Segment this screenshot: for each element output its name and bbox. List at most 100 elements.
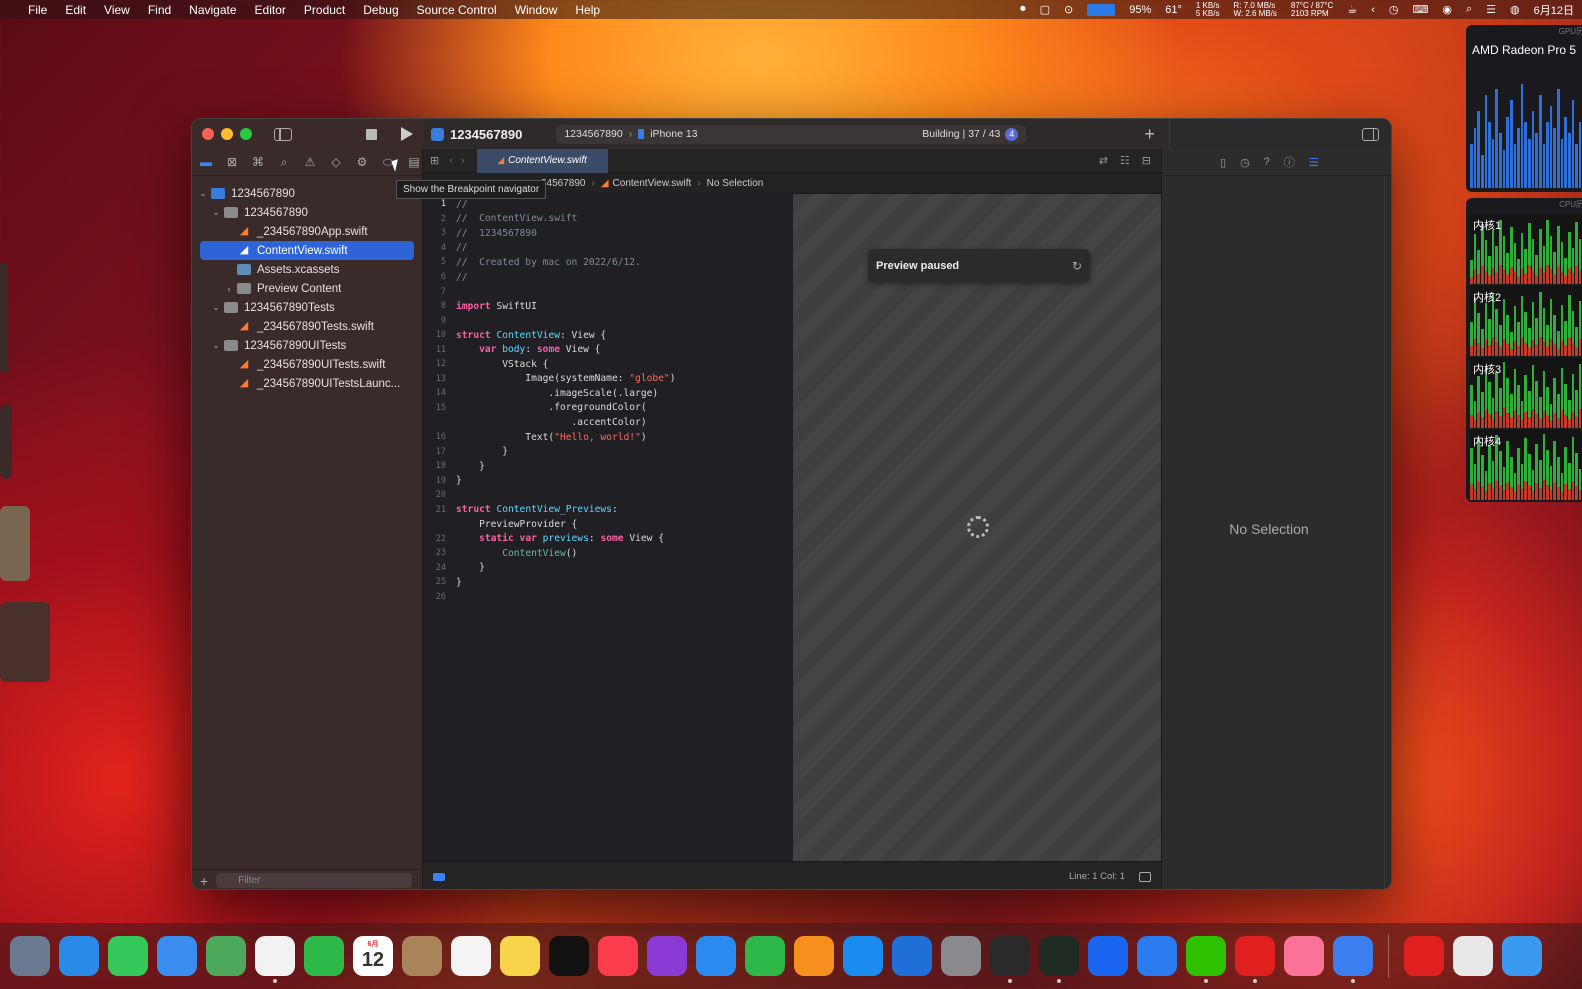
code-line[interactable]: 24 } [423,561,793,576]
test-icon[interactable]: ◇ [329,155,343,169]
tree-item[interactable]: ◢ _234567890App.swift [192,222,422,241]
code-line[interactable]: 1 // [423,197,793,212]
zoom-window-button[interactable] [240,128,252,140]
jumpbar-symbol[interactable]: No Selection [707,178,764,189]
gpu-history-widget[interactable]: GPU历史 AMD Radeon Pro 5 [1466,25,1582,192]
feishu-icon[interactable] [1137,936,1177,976]
help-icon[interactable]: ? [1264,156,1270,168]
cpu-history-widget[interactable]: CPU历史 内核1 内核2 内核3 内核4 [1466,198,1582,502]
code-line[interactable]: 20 [423,488,793,503]
facetime-icon[interactable] [304,936,344,976]
user-icon[interactable]: ◉ [1442,3,1452,16]
lark-icon[interactable] [1088,936,1128,976]
window-icon[interactable]: ▢ [1040,3,1050,16]
search-icon[interactable]: ⌕ [1466,3,1472,16]
chevron-down-icon[interactable]: ⌄ [198,188,208,199]
battery-icon[interactable] [1087,3,1116,16]
refresh-icon[interactable]: ↻ [1072,259,1082,273]
code-line[interactable]: 21 struct ContentView_Previews: [423,502,793,517]
menu-file[interactable]: File [26,3,56,17]
add-icon[interactable]: + [1144,124,1155,145]
filter-input[interactable]: Filter [216,873,413,888]
project-title[interactable]: 1234567890 [450,127,522,142]
identity-icon[interactable]: ⓘ [1284,154,1295,170]
code-line[interactable]: 13 Image(systemName: "globe") [423,372,793,387]
safari-icon[interactable] [59,936,99,976]
netease-music-recent-icon[interactable] [1404,936,1444,976]
symbol-icon[interactable]: ⌘ [251,155,265,169]
stop-icon[interactable] [366,128,377,140]
pages-icon[interactable] [794,936,834,976]
code-line[interactable]: 4 // [423,241,793,256]
chevron-down-icon[interactable]: ⌄ [211,302,221,313]
issue-icon[interactable]: ⚠ [303,155,317,169]
folder-icon[interactable]: ▬ [199,155,213,169]
jumpbar-file[interactable]: ContentView.swift [613,178,692,189]
related-items-icon[interactable]: ⊞ [430,154,439,167]
code-line[interactable]: 23 ContentView() [423,546,793,561]
menu-find[interactable]: Find [139,3,180,17]
split-editor-icon[interactable]: ⊟ [1142,154,1151,167]
tree-item[interactable]: ◢ _234567890UITests.swift [192,355,422,374]
code-line[interactable]: 7 [423,284,793,299]
add-file-icon[interactable]: + [200,873,208,889]
code-line[interactable]: 25} [423,575,793,590]
numbers-icon[interactable] [745,936,785,976]
download-icon[interactable]: ⊙ [1064,3,1073,16]
settings-icon[interactable] [941,936,981,976]
appletv-icon[interactable] [549,936,589,976]
side-thumb-3[interactable] [0,506,30,581]
activity-monitor-icon[interactable] [1039,936,1079,983]
control-center-icon[interactable]: ☰ [1486,3,1496,16]
tree-item[interactable]: ⌄ 1234567890 [192,203,422,222]
tree-item[interactable]: ◢ _234567890UITestsLaunc... [192,374,422,393]
clock-icon[interactable]: ◷ [1389,3,1399,16]
code-line[interactable]: 15 .foregroundColor( [423,401,793,416]
notes-icon[interactable] [500,936,540,976]
launchpad-icon[interactable] [10,936,50,976]
jumpbar-project[interactable]: 34567890 [541,178,586,189]
close-window-button[interactable] [202,128,214,140]
debug-area-toggle-icon[interactable] [433,872,445,881]
reminders-icon[interactable] [451,936,491,976]
terminal-icon[interactable] [990,936,1030,983]
menu-navigate[interactable]: Navigate [180,3,245,17]
maps-icon[interactable] [206,936,246,976]
sync-icon[interactable]: ⇄ [1099,154,1108,167]
tree-item[interactable]: Assets.xcassets [192,260,422,279]
contacts-icon[interactable] [402,936,442,976]
code-line[interactable]: 16 Text("Hello, world!") [423,430,793,445]
code-line[interactable]: 26 [423,590,793,605]
siri-icon[interactable]: ◍ [1510,3,1520,16]
inspector-toggle-icon[interactable] [1362,127,1379,141]
minimize-window-button[interactable] [221,128,233,140]
code-line[interactable]: 18 } [423,459,793,474]
tree-item[interactable]: ◢ ContentView.swift [200,241,414,260]
menubar-date[interactable]: 6月12日 [1534,2,1574,18]
menu-help[interactable]: Help [566,3,609,17]
document-icon[interactable] [1453,936,1493,976]
chevron-left-icon[interactable]: ‹ [1371,4,1375,16]
side-thumb-2[interactable] [0,404,12,479]
mail-icon[interactable] [157,936,197,976]
xcode-beta-icon[interactable] [1333,936,1373,983]
tree-item[interactable]: › Preview Content [192,279,422,298]
code-line[interactable]: PreviewProvider { [423,517,793,532]
editor-options-icon[interactable]: ☷ [1120,154,1130,167]
appstore-icon[interactable] [843,936,883,976]
keynote-icon[interactable] [696,936,736,976]
menu-product[interactable]: Product [295,3,354,17]
netease-music-icon[interactable] [1235,936,1275,983]
run-destination[interactable]: iPhone 13 [650,128,697,140]
code-line[interactable]: 14 .imageScale(.large) [423,386,793,401]
code-line[interactable]: 8 import SwiftUI [423,299,793,314]
code-line[interactable]: 19} [423,473,793,488]
cup-icon[interactable]: ☕ [1347,3,1357,16]
calendar-icon[interactable]: 6月 12 [353,936,393,976]
menu-view[interactable]: View [95,3,139,17]
tree-item[interactable]: ⌄ 1234567890UITests [192,336,422,355]
chevron-down-icon[interactable]: ⌄ [211,340,221,351]
menu-edit[interactable]: Edit [56,3,95,17]
code-line[interactable]: 11 var body: some View { [423,342,793,357]
tree-item[interactable]: ⌄ 1234567890Tests [192,298,422,317]
